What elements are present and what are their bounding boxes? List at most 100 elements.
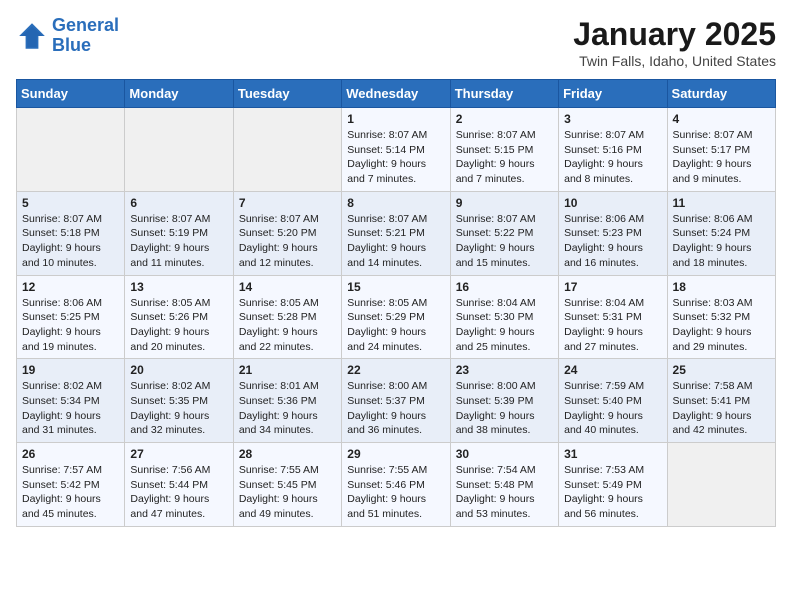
day-number: 19 — [22, 363, 119, 377]
day-info: Sunrise: 8:02 AM Sunset: 5:35 PM Dayligh… — [130, 379, 227, 438]
day-number: 1 — [347, 112, 444, 126]
day-info: Sunrise: 7:54 AM Sunset: 5:48 PM Dayligh… — [456, 463, 553, 522]
calendar-cell: 12Sunrise: 8:06 AM Sunset: 5:25 PM Dayli… — [17, 275, 125, 359]
calendar-cell: 3 Sunrise: 8:07 AM Sunset: 5:16 PM Daylig… — [559, 108, 667, 192]
day-number: 5 — [22, 196, 119, 210]
day-info: Sunrise: 8:05 AM Sunset: 5:29 PM Dayligh… — [347, 296, 444, 355]
day-info: Sunrise: 8:07 AM Sunset: 5:21 PM Dayligh… — [347, 212, 444, 271]
day-number: 7 — [239, 196, 336, 210]
day-number: 6 — [130, 196, 227, 210]
calendar-cell: 14Sunrise: 8:05 AM Sunset: 5:28 PM Dayli… — [233, 275, 341, 359]
calendar-cell: 9 Sunrise: 8:07 AM Sunset: 5:22 PM Daylig… — [450, 191, 558, 275]
day-info: Sunrise: 7:57 AM Sunset: 5:42 PM Dayligh… — [22, 463, 119, 522]
day-number: 25 — [673, 363, 770, 377]
day-number: 10 — [564, 196, 661, 210]
logo-line2: Blue — [52, 35, 91, 55]
day-info: Sunrise: 8:07 AM Sunset: 5:16 PM Dayligh… — [564, 128, 661, 187]
weekday-header: Wednesday — [342, 80, 450, 108]
calendar-cell: 1 Sunrise: 8:07 AM Sunset: 5:14 PM Daylig… — [342, 108, 450, 192]
day-number: 15 — [347, 280, 444, 294]
calendar-cell: 21Sunrise: 8:01 AM Sunset: 5:36 PM Dayli… — [233, 359, 341, 443]
calendar-cell: 29 Sunrise: 7:55 AM Sunset: 5:46 PM Dayli… — [342, 443, 450, 527]
calendar-cell: 17 Sunrise: 8:04 AM Sunset: 5:31 PM Dayli… — [559, 275, 667, 359]
calendar-cell: 2 Sunrise: 8:07 AM Sunset: 5:15 PM Daylig… — [450, 108, 558, 192]
day-info: Sunrise: 8:04 AM Sunset: 5:30 PM Dayligh… — [456, 296, 553, 355]
day-number: 16 — [456, 280, 553, 294]
calendar-week-row: 1 Sunrise: 8:07 AM Sunset: 5:14 PM Daylig… — [17, 108, 776, 192]
calendar-cell: 31 Sunrise: 7:53 AM Sunset: 5:49 PM Dayli… — [559, 443, 667, 527]
day-info: Sunrise: 8:03 AM Sunset: 5:32 PM Dayligh… — [673, 296, 770, 355]
calendar-cell: 4 Sunrise: 8:07 AM Sunset: 5:17 PM Daylig… — [667, 108, 775, 192]
logo: General Blue — [16, 16, 119, 56]
weekday-header: Thursday — [450, 80, 558, 108]
page-header: General Blue January 2025 Twin Falls, Id… — [16, 16, 776, 69]
calendar-cell: 25 Sunrise: 7:58 AM Sunset: 5:41 PM Dayli… — [667, 359, 775, 443]
day-number: 9 — [456, 196, 553, 210]
calendar-cell: 30 Sunrise: 7:54 AM Sunset: 5:48 PM Dayli… — [450, 443, 558, 527]
day-number: 29 — [347, 447, 444, 461]
day-number: 4 — [673, 112, 770, 126]
day-info: Sunrise: 8:07 AM Sunset: 5:17 PM Dayligh… — [673, 128, 770, 187]
calendar-cell: 19 Sunrise: 8:02 AM Sunset: 5:34 PM Dayli… — [17, 359, 125, 443]
calendar-week-row: 12Sunrise: 8:06 AM Sunset: 5:25 PM Dayli… — [17, 275, 776, 359]
day-info: Sunrise: 7:58 AM Sunset: 5:41 PM Dayligh… — [673, 379, 770, 438]
day-info: Sunrise: 8:06 AM Sunset: 5:23 PM Dayligh… — [564, 212, 661, 271]
day-info: Sunrise: 8:04 AM Sunset: 5:31 PM Dayligh… — [564, 296, 661, 355]
calendar-table: SundayMondayTuesdayWednesdayThursdayFrid… — [16, 79, 776, 527]
logo-icon — [16, 20, 48, 52]
calendar-cell — [125, 108, 233, 192]
weekday-header: Monday — [125, 80, 233, 108]
calendar-subtitle: Twin Falls, Idaho, United States — [573, 53, 776, 69]
calendar-cell: 16 Sunrise: 8:04 AM Sunset: 5:30 PM Dayli… — [450, 275, 558, 359]
calendar-cell: 10 Sunrise: 8:06 AM Sunset: 5:23 PM Dayli… — [559, 191, 667, 275]
day-info: Sunrise: 8:02 AM Sunset: 5:34 PM Dayligh… — [22, 379, 119, 438]
day-info: Sunrise: 8:01 AM Sunset: 5:36 PM Dayligh… — [239, 379, 336, 438]
day-number: 3 — [564, 112, 661, 126]
calendar-cell: 28Sunrise: 7:55 AM Sunset: 5:45 PM Dayli… — [233, 443, 341, 527]
calendar-cell: 13Sunrise: 8:05 AM Sunset: 5:26 PM Dayli… — [125, 275, 233, 359]
logo-text: General Blue — [52, 16, 119, 56]
day-info: Sunrise: 8:07 AM Sunset: 5:18 PM Dayligh… — [22, 212, 119, 271]
day-number: 20 — [130, 363, 227, 377]
calendar-cell: 5 Sunrise: 8:07 AM Sunset: 5:18 PM Daylig… — [17, 191, 125, 275]
weekday-header: Tuesday — [233, 80, 341, 108]
day-number: 13 — [130, 280, 227, 294]
calendar-cell — [17, 108, 125, 192]
day-info: Sunrise: 7:59 AM Sunset: 5:40 PM Dayligh… — [564, 379, 661, 438]
day-number: 17 — [564, 280, 661, 294]
day-number: 18 — [673, 280, 770, 294]
calendar-cell: 26Sunrise: 7:57 AM Sunset: 5:42 PM Dayli… — [17, 443, 125, 527]
calendar-title: January 2025 — [573, 16, 776, 53]
calendar-cell: 15 Sunrise: 8:05 AM Sunset: 5:29 PM Dayli… — [342, 275, 450, 359]
calendar-cell — [667, 443, 775, 527]
day-number: 30 — [456, 447, 553, 461]
day-number: 31 — [564, 447, 661, 461]
calendar-cell: 6 Sunrise: 8:07 AM Sunset: 5:19 PM Daylig… — [125, 191, 233, 275]
day-number: 11 — [673, 196, 770, 210]
day-info: Sunrise: 8:07 AM Sunset: 5:19 PM Dayligh… — [130, 212, 227, 271]
day-number: 22 — [347, 363, 444, 377]
day-info: Sunrise: 7:55 AM Sunset: 5:46 PM Dayligh… — [347, 463, 444, 522]
calendar-cell: 23Sunrise: 8:00 AM Sunset: 5:39 PM Dayli… — [450, 359, 558, 443]
calendar-cell: 24Sunrise: 7:59 AM Sunset: 5:40 PM Dayli… — [559, 359, 667, 443]
day-info: Sunrise: 7:56 AM Sunset: 5:44 PM Dayligh… — [130, 463, 227, 522]
day-number: 12 — [22, 280, 119, 294]
day-info: Sunrise: 8:00 AM Sunset: 5:37 PM Dayligh… — [347, 379, 444, 438]
day-info: Sunrise: 8:07 AM Sunset: 5:20 PM Dayligh… — [239, 212, 336, 271]
day-number: 2 — [456, 112, 553, 126]
day-info: Sunrise: 8:07 AM Sunset: 5:15 PM Dayligh… — [456, 128, 553, 187]
day-info: Sunrise: 8:07 AM Sunset: 5:22 PM Dayligh… — [456, 212, 553, 271]
calendar-cell: 8 Sunrise: 8:07 AM Sunset: 5:21 PM Daylig… — [342, 191, 450, 275]
day-info: Sunrise: 7:53 AM Sunset: 5:49 PM Dayligh… — [564, 463, 661, 522]
day-info: Sunrise: 8:07 AM Sunset: 5:14 PM Dayligh… — [347, 128, 444, 187]
weekday-header: Sunday — [17, 80, 125, 108]
title-block: January 2025 Twin Falls, Idaho, United S… — [573, 16, 776, 69]
weekday-header: Saturday — [667, 80, 775, 108]
weekday-header-row: SundayMondayTuesdayWednesdayThursdayFrid… — [17, 80, 776, 108]
day-number: 8 — [347, 196, 444, 210]
calendar-week-row: 26Sunrise: 7:57 AM Sunset: 5:42 PM Dayli… — [17, 443, 776, 527]
calendar-cell: 11Sunrise: 8:06 AM Sunset: 5:24 PM Dayli… — [667, 191, 775, 275]
day-number: 23 — [456, 363, 553, 377]
weekday-header: Friday — [559, 80, 667, 108]
calendar-cell: 22 Sunrise: 8:00 AM Sunset: 5:37 PM Dayli… — [342, 359, 450, 443]
